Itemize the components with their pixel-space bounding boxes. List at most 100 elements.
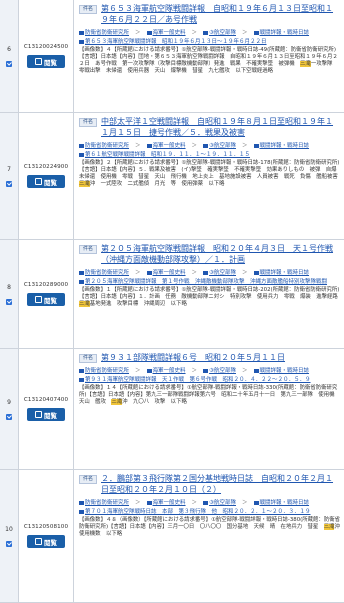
view-button-label: 閲覧 [44, 58, 57, 67]
breadcrumb-item[interactable]: ③航空部隊 [203, 141, 236, 149]
parent-record-link[interactable]: 第９３１海軍航空隊戦闘詳報 天１作戦 第６号作戦 昭和２０．４．２２～２０．５．… [79, 375, 340, 383]
row-number-cell: 10 [0, 470, 19, 602]
breadcrumb: 防衛省防衛研究所 ＞ 海軍一般史料 ＞ ③航空部隊 ＞ 戦闘詳報・戦時日誌 [79, 366, 340, 374]
reference-code: C13120024500 [23, 44, 69, 50]
breadcrumb-separator: ＞ [242, 270, 248, 276]
row-number-cell: 7 [0, 113, 19, 239]
breadcrumb-item[interactable]: 戦闘詳報・戦時日誌 [253, 28, 309, 36]
view-button-label: 閲覧 [44, 538, 57, 547]
result-description: 【画像数】１４【所蔵館における請求番号】①航空部隊-戦闘詳報・戦時日誌-330(… [79, 385, 340, 405]
breadcrumb-item[interactable]: 防衛省防衛研究所 [79, 268, 129, 276]
breadcrumb-item[interactable]: 戦闘詳報・戦時日誌 [253, 366, 309, 374]
view-button[interactable]: 閲覧 [27, 535, 65, 548]
breadcrumb: 防衛省防衛研究所 ＞ 海軍一般史料 ＞ ③航空部隊 ＞ 戦闘詳報・戦時日誌 [79, 498, 340, 506]
breadcrumb-item[interactable]: 戦闘詳報・戦時日誌 [253, 141, 309, 149]
folder-icon [146, 270, 152, 275]
view-button[interactable]: 閲覧 [27, 293, 65, 306]
parent-record-link[interactable]: 第６１航空戦隊戦闘詳報 昭和１９．１１．１～１９．１１．１５ [79, 150, 340, 158]
type-badge: 件名 [79, 245, 98, 254]
breadcrumb-item[interactable]: 防衛省防衛研究所 [79, 366, 129, 374]
row-number: 9 [7, 398, 11, 406]
row-number-cell: 8 [0, 240, 19, 348]
folder-icon [203, 368, 209, 373]
reference-code: C13120508100 [23, 524, 69, 530]
view-button-label: 閲覧 [44, 296, 57, 305]
type-badge: 件名 [79, 118, 98, 127]
breadcrumb-item[interactable]: 海軍一般史料 [146, 141, 186, 149]
reference-code: C13120224900 [23, 164, 69, 170]
breadcrumb-item[interactable]: 海軍一般史料 [146, 28, 186, 36]
reference-code: C13120407400 [23, 397, 69, 403]
breadcrumb-separator: ＞ [135, 30, 141, 36]
view-button[interactable]: 閲覧 [27, 55, 65, 68]
result-title-link[interactable]: 第９３１部隊戦闘詳報６号 昭和２０年５月１１日 [101, 352, 285, 363]
folder-icon [79, 377, 84, 382]
document-icon [35, 411, 42, 418]
folder-icon [203, 143, 209, 148]
breadcrumb-item[interactable]: 戦闘詳報・戦時日誌 [253, 498, 309, 506]
breadcrumb-item[interactable]: ③航空部隊 [203, 28, 236, 36]
type-badge: 件名 [79, 5, 98, 14]
keyword-highlight: 三滝 [79, 181, 90, 187]
result-row: 7 C13120224900 閲覧 件名 中部太平洋１空戦闘詳報 自昭和１９年８… [0, 113, 344, 240]
select-checkbox[interactable] [6, 180, 12, 187]
breadcrumb-item[interactable]: 防衛省防衛研究所 [79, 28, 129, 36]
view-button[interactable]: 閲覧 [27, 408, 65, 421]
breadcrumb-item[interactable]: 戦闘詳報・戦時日誌 [253, 268, 309, 276]
result-body: 件名 中部太平洋１空戦闘詳報 自昭和１９年８月１日至昭和１９年１１月１５日 捷号… [74, 113, 344, 239]
select-checkbox[interactable] [6, 60, 12, 67]
folder-icon [253, 30, 259, 35]
result-title-link[interactable]: 第６５３海軍航空隊戦闘詳報 自昭和１９年６月１３日至昭和１９年６月２２日／あ号作… [101, 3, 340, 25]
select-checkbox[interactable] [6, 413, 12, 420]
breadcrumb: 防衛省防衛研究所 ＞ 海軍一般史料 ＞ ③航空部隊 ＞ 戦闘詳報・戦時日誌 [79, 28, 340, 36]
folder-icon [203, 270, 209, 275]
folder-icon [79, 39, 84, 44]
view-button-label: 閲覧 [44, 178, 57, 187]
reference-code: C13120289000 [23, 282, 69, 288]
folder-icon [203, 500, 209, 505]
view-button[interactable]: 閲覧 [27, 175, 65, 188]
row-number: 7 [7, 165, 11, 173]
row-number: 6 [7, 45, 11, 53]
breadcrumb-item[interactable]: 海軍一般史料 [146, 366, 186, 374]
result-description: 【画像数】１【所蔵館における請求番号】①航空部隊-戦闘詳報・戦時日誌-202(所… [79, 287, 344, 307]
ref-code-cell: C13120508100 閲覧 [19, 470, 74, 602]
row-number-cell: 9 [0, 349, 19, 469]
breadcrumb-separator: ＞ [191, 30, 198, 36]
ref-code-cell: C13120224900 閲覧 [19, 113, 74, 239]
result-row: 9 C13120407400 閲覧 件名 第９３１部隊戦闘詳報６号 昭和２０年５… [0, 349, 344, 470]
breadcrumb-item[interactable]: ③航空部隊 [203, 366, 236, 374]
breadcrumb-separator: ＞ [135, 500, 141, 506]
result-description: 【画像数】４８（画像数）【所蔵館における請求番号】①航空部隊-戦闘詳報・戦時日誌… [79, 517, 344, 537]
parent-record-link[interactable]: 第６５３海軍航空隊戦闘詳報 昭和１９年６月１３日～１９年６月２２日 [79, 37, 340, 45]
keyword-highlight: 三滝 [323, 524, 335, 530]
folder-icon [253, 368, 259, 373]
parent-record-link[interactable]: 第２０５海軍航空隊戦闘詳報 第１号作戦 沖縄敵機動部隊攻撃 沖縄方面敵艦船特別攻… [79, 277, 340, 285]
breadcrumb-item[interactable]: 防衛省防衛研究所 [79, 141, 129, 149]
result-title-link[interactable]: 中部太平洋１空戦闘詳報 自昭和１９年８月１日至昭和１９年１１月１５日 捷号作戦／… [101, 116, 340, 138]
folder-icon [79, 270, 84, 275]
breadcrumb-item[interactable]: ③航空部隊 [203, 498, 236, 506]
breadcrumb-separator: ＞ [191, 368, 198, 374]
result-body: 件名 ２．鵬部第３飛行隊第２国分基地戦時日誌 自昭和２０年２月１日至昭和２０年２… [74, 470, 344, 602]
result-title-link[interactable]: ２．鵬部第３飛行隊第２国分基地戦時日誌 自昭和２０年２月１日至昭和２０年２月１０… [101, 473, 340, 495]
select-checkbox[interactable] [6, 540, 12, 547]
breadcrumb-separator: ＞ [242, 368, 248, 374]
result-description: 【画像数】４【所蔵館における請求番号】①航空部隊-戦闘詳報・戦時日誌-49(所蔵… [79, 47, 338, 74]
folder-icon [79, 152, 84, 157]
document-icon [35, 58, 42, 65]
breadcrumb-item[interactable]: 防衛省防衛研究所 [79, 498, 129, 506]
folder-icon [253, 500, 259, 505]
document-icon [35, 296, 42, 303]
breadcrumb-separator: ＞ [191, 143, 198, 149]
breadcrumb-item[interactable]: 海軍一般史料 [146, 498, 186, 506]
breadcrumb-item[interactable]: 海軍一般史料 [146, 268, 186, 276]
search-results-list: 6 C13120024500 閲覧 件名 第６５３海軍航空隊戦闘詳報 自昭和１９… [0, 0, 344, 603]
breadcrumb-item[interactable]: ③航空部隊 [203, 268, 236, 276]
breadcrumb-separator: ＞ [242, 143, 248, 149]
ref-code-cell: C13120289000 閲覧 [19, 240, 74, 348]
select-checkbox[interactable] [6, 298, 12, 305]
ref-code-cell: C13120024500 閲覧 [19, 0, 74, 112]
parent-record-link[interactable]: 第７０１海軍航空隊戦時日誌 本部 第３飛行隊 他 昭和２０．２．１～２０．３．１… [79, 507, 340, 515]
result-title-link[interactable]: 第２０５海軍航空隊戦闘詳報 昭和２０年４月３日 天１号作戦（沖縄方面敵機動部隊攻… [101, 243, 340, 265]
